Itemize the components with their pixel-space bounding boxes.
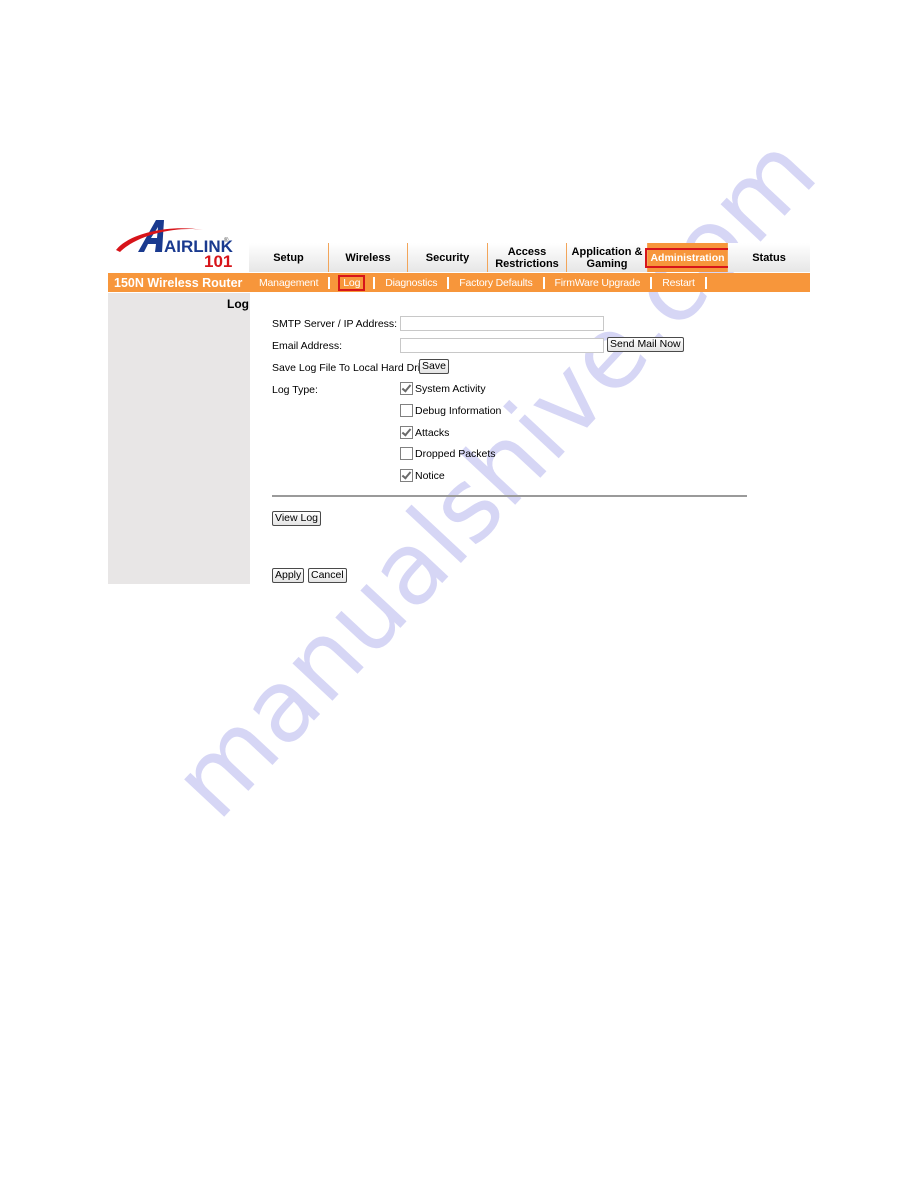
airlink-logo-icon: AIRLINK ® 101 [116, 220, 234, 271]
subnav-management[interactable]: Management [257, 277, 320, 289]
sub-navigation-bar: 150N Wireless Router Management Log Diag… [108, 273, 810, 292]
tab-label: Wireless [345, 251, 391, 264]
email-address-input[interactable] [400, 338, 604, 353]
separator [447, 276, 450, 289]
tab-label: Setup [273, 251, 304, 264]
tab-application-gaming[interactable]: Application & Gaming [567, 243, 648, 272]
log-type-attacks[interactable]: Attacks [400, 426, 449, 439]
separator [704, 276, 707, 289]
tab-access-restrictions[interactable]: Access Restrictions [488, 243, 567, 272]
tab-administration[interactable]: Administration [645, 243, 730, 272]
subnav-restart[interactable]: Restart [660, 277, 696, 289]
checkbox-label: Notice [415, 469, 445, 482]
tab-wireless[interactable]: Wireless [329, 243, 408, 272]
subnav-firmware-upgrade[interactable]: FirmWare Upgrade [553, 277, 643, 289]
sub-nav: Management Log Diagnostics Factory Defau… [249, 274, 715, 291]
main-tabs: Setup Wireless Security Access Restricti… [249, 243, 810, 272]
sidebar [108, 293, 250, 584]
page-title: Log [227, 297, 249, 311]
checkbox-system-activity[interactable] [400, 382, 413, 395]
smtp-label: SMTP Server / IP Address: [272, 318, 398, 330]
cancel-button[interactable]: Cancel [308, 568, 347, 583]
save-log-button[interactable]: Save [419, 359, 449, 374]
tab-status[interactable]: Status [728, 243, 810, 272]
log-type-dropped-packets[interactable]: Dropped Packets [400, 447, 496, 460]
smtp-server-input[interactable] [400, 316, 604, 331]
log-type-system-activity[interactable]: System Activity [400, 382, 486, 395]
tab-setup[interactable]: Setup [249, 243, 329, 272]
checkbox-notice[interactable] [400, 469, 413, 482]
checkbox-label: System Activity [415, 382, 486, 395]
router-admin-page: AIRLINK ® 101 Setup Wireless Security Ac… [108, 212, 810, 584]
send-mail-now-button[interactable]: Send Mail Now [607, 337, 684, 352]
separator [328, 276, 331, 289]
subnav-factory-defaults[interactable]: Factory Defaults [457, 277, 534, 289]
checkbox-attacks[interactable] [400, 426, 413, 439]
section-divider [272, 495, 747, 497]
tab-label: Security [425, 251, 470, 264]
tab-security[interactable]: Security [408, 243, 488, 272]
subnav-diagnostics[interactable]: Diagnostics [383, 277, 439, 289]
checkbox-dropped-packets[interactable] [400, 447, 413, 460]
view-log-button[interactable]: View Log [272, 511, 322, 526]
log-type-notice[interactable]: Notice [400, 469, 445, 482]
tab-label: Administration [645, 247, 730, 268]
separator [373, 276, 376, 289]
subnav-log[interactable]: Log [338, 274, 366, 291]
email-label: Email Address: [272, 340, 343, 352]
checkbox-label: Dropped Packets [415, 447, 496, 460]
checkbox-label: Debug Information [415, 404, 502, 417]
checkbox-debug-information[interactable] [400, 404, 413, 417]
tab-label: Access Restrictions [495, 245, 559, 270]
product-name: 150N Wireless Router [114, 275, 243, 290]
apply-button[interactable]: Apply [272, 568, 305, 583]
tab-label: Status [752, 251, 786, 264]
airlink-logo: AIRLINK ® 101 [108, 212, 243, 272]
separator [650, 276, 653, 289]
svg-text:®: ® [224, 237, 229, 244]
log-type-debug-information[interactable]: Debug Information [400, 404, 501, 417]
checkbox-label: Attacks [415, 426, 450, 439]
tab-label: Application & Gaming [571, 245, 643, 270]
separator [542, 276, 545, 289]
save-log-label: Save Log File To Local Hard Drive: [272, 362, 435, 374]
logo-number: 101 [204, 252, 232, 271]
log-type-label: Log Type: [272, 384, 318, 396]
